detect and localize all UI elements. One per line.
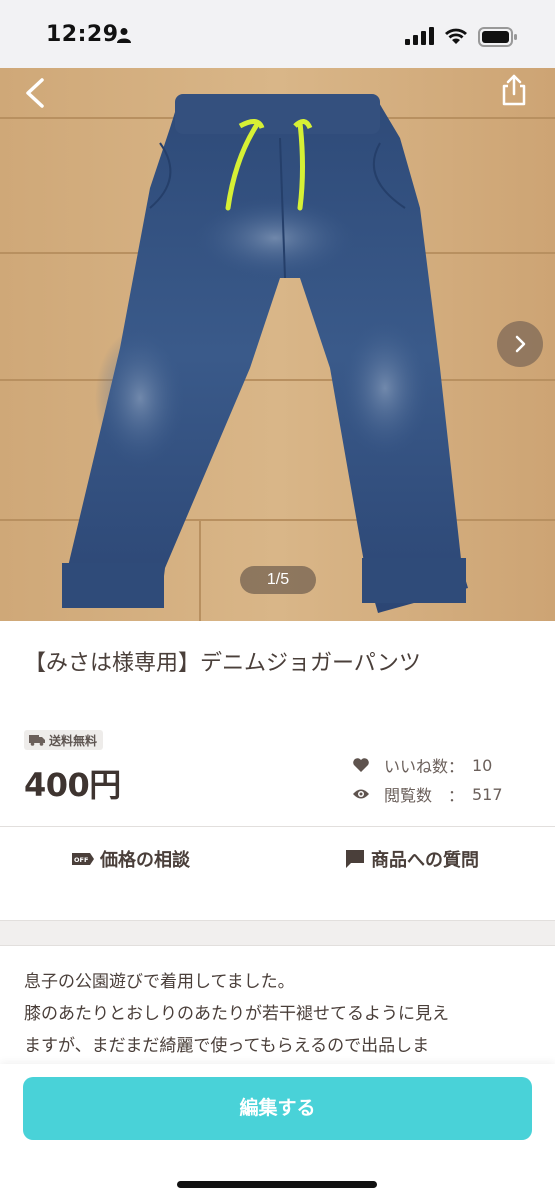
back-button[interactable] [18,72,54,112]
views-stat: 閲覧数 ： 517 [352,782,503,806]
likes-label: いいね数： [384,757,465,776]
description-line: 膝のあたりとおしりのあたりが若干褪せてるように見え [24,1004,449,1024]
next-chevron-icon [515,335,526,353]
price-tag-icon: OFF [72,853,94,865]
edit-button[interactable]: 編集する [23,1077,532,1140]
svg-text:OFF: OFF [74,856,88,864]
item-description: 息子の公園遊びで着用してました。 膝のあたりとおしりのあたりが若干褪せてるように… [24,966,534,1062]
status-bar: 12:29 [0,0,555,68]
price-negotiation-button[interactable]: OFF 価格の相談 [72,846,190,872]
ask-question-button[interactable]: 商品への質問 [345,846,479,872]
description-line: ますが、まだまだ綺麗で使ってもらえるので出品しま [24,1036,430,1056]
status-time: 12:29 [46,22,119,47]
wifi-icon [444,27,468,49]
home-indicator [177,1181,377,1188]
description-line: 息子の公園遊びで着用してました。 [24,972,295,992]
item-title: 【みさは様専用】デニムジョガーパンツ [24,651,421,676]
truck-icon [29,735,45,746]
item-price: 400円 [24,766,121,804]
battery-icon [478,27,518,51]
page-indicator: 1/5 [240,566,316,594]
back-chevron-icon [26,78,44,108]
likes-value: 10 [472,755,493,775]
product-image[interactable] [0,68,555,621]
price-negotiation-label: 価格の相談 [100,850,190,871]
share-button[interactable] [496,72,532,108]
views-label: 閲覧数 ： [384,786,465,805]
heart-icon [353,758,369,772]
ask-question-label: 商品への質問 [371,850,479,871]
share-icon [502,74,526,106]
signal-icon [405,27,435,49]
eye-icon [353,789,369,799]
person-icon [116,27,132,47]
next-image-button[interactable] [497,321,543,367]
chat-bubble-icon [346,850,364,868]
shipping-badge: 送料無料 [24,730,104,750]
likes-stat: いいね数： 10 [352,753,492,777]
section-separator [0,920,555,946]
divider [0,826,555,827]
shipping-badge-label: 送料無料 [49,733,98,748]
views-value: 517 [472,784,503,804]
